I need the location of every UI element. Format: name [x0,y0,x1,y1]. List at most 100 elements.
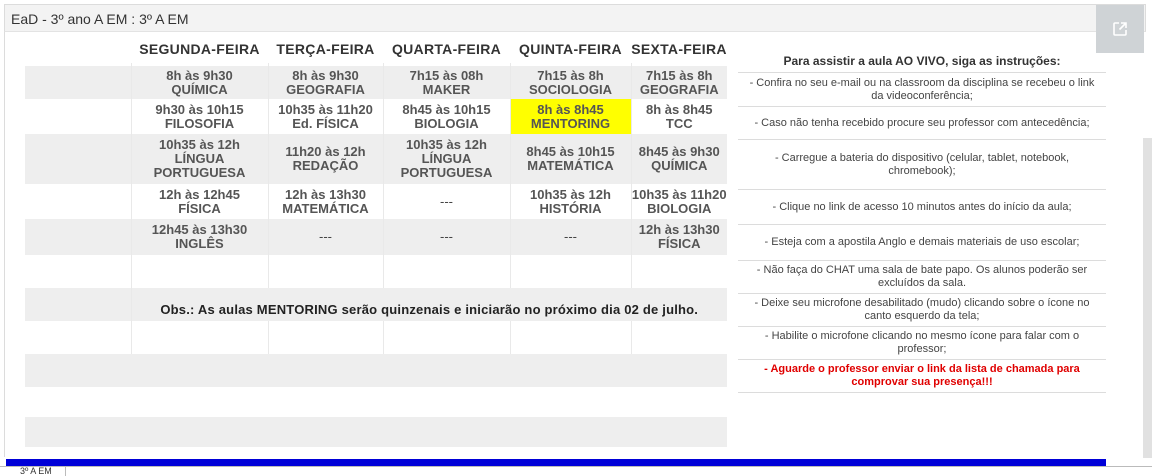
schedule-header-row: SEGUNDA-FEIRA TERÇA-FEIRA QUARTA-FEIRA Q… [25,35,727,63]
class-cell-line: GEOGRAFIA [639,81,719,97]
instruction-item: - Clique no link de acesso 10 minutos an… [738,189,1106,225]
class-cell: 7h15 às 08h MAKER [382,66,510,99]
class-cell: 10h35 às 11h20 BIOLOGIA [630,184,727,219]
day-header: SEXTA-FEIRA [631,41,727,57]
class-cell: 9h30 às 10h15 FILOSOFIA [130,99,268,134]
class-cell: 10h35 às 12h LÍNGUA PORTUGUESA [382,134,510,184]
class-cell-line: 7h15 às 8h [646,67,713,83]
schedule-row: 12h às 12h45 FÍSICA 12h às 13h30 MATEMÁTIC… [25,184,727,219]
instructions-table: Para assistir a aula AO VIVO, siga as in… [738,35,1106,393]
class-cell: 8h45 às 9h30 QUÍMICA [630,134,727,184]
class-cell-line: 12h às 12h45 [159,186,240,202]
day-header: TERÇA-FEIRA [276,41,375,57]
class-cell: 10h35 às 12h HISTÓRIA [509,184,631,219]
class-cell-line: --- [440,229,453,244]
class-cell-line: QUÍMICA [651,158,708,173]
class-cell-line: 7h15 às 08h [409,67,484,83]
class-cell-line: 8h às 8h45 [537,101,604,117]
class-cell-line: MATEMÁTICA [527,158,614,173]
horizontal-scroll-indicator[interactable] [6,459,1106,466]
class-cell-line: LÍNGUA [421,151,472,166]
obs-row: Obs.: As aulas MENTORING serão quinzenai… [25,288,727,321]
class-cell-line: 10h35 às 11h20 [278,101,373,117]
class-cell-highlighted: 8h às 8h45 MENTORING [509,99,631,134]
class-cell-line: 12h45 às 13h30 [151,222,248,237]
day-header: SEGUNDA-FEIRA [139,41,260,57]
class-cell-line: LÍNGUA [174,151,225,166]
class-cell: --- [509,219,631,255]
class-cell-line: INGLÊS [175,236,224,251]
class-cell-line: 10h35 às 11h20 [631,186,727,202]
instructions-heading: Para assistir a aula AO VIVO, siga as in… [783,54,1061,68]
class-cell-line: PORTUGUESA [153,165,246,180]
class-cell-line: 9h30 às 10h15 [155,101,244,117]
day-header: QUARTA-FEIRA [391,41,502,57]
class-cell: 8h45 às 10h15 MATEMÁTICA [509,134,631,184]
day-header: QUINTA-FEIRA [519,41,622,57]
schedule-table: SEGUNDA-FEIRA TERÇA-FEIRA QUARTA-FEIRA Q… [25,35,727,447]
class-cell-line: --- [319,229,332,244]
class-cell-line: SOCIOLOGIA [528,81,613,97]
class-cell: 12h45 às 13h30 INGLÊS [130,219,268,255]
class-cell-line: MENTORING [530,115,611,131]
embed-title-bar: EaD - 3º ano A EM : 3º A EM [4,4,1146,32]
class-cell-line: FILOSOFIA [164,115,235,131]
class-cell-line: 12h às 13h30 [285,186,366,202]
class-cell: --- [382,219,510,255]
class-cell: 11h20 às 12h REDAÇÃO [267,134,383,184]
class-cell-line: PORTUGUESA [400,165,493,180]
class-cell: 7h15 às 8h GEOGRAFIA [630,66,727,99]
class-cell: 12h às 13h30 MATEMÁTICA [267,184,383,219]
class-cell: --- [382,184,510,219]
class-cell-line: --- [440,193,453,209]
class-cell-line: BIOLOGIA [647,200,712,216]
class-cell-line: GEOGRAFIA [286,81,365,97]
window-title: EaD - 3º ano A EM : 3º A EM [11,11,189,27]
class-cell-line: 8h45 às 10h15 [402,101,491,117]
class-cell: 10h35 às 12h LÍNGUA PORTUGUESA [130,134,268,184]
instruction-item: - Habilite o microfone clicando no mesmo… [738,326,1106,360]
class-cell-line: 8h às 8h45 [646,101,713,117]
class-cell-line: 8h45 às 9h30 [638,144,720,159]
instruction-item: - Confira no seu e-mail ou na classroom … [738,72,1106,107]
class-cell: 12h às 13h30 FÍSICA [630,219,727,255]
class-cell-line: 8h45 às 10h15 [526,144,615,159]
class-cell-line: 8h às 9h30 [166,67,233,83]
vertical-scrollbar[interactable] [1143,138,1152,458]
class-cell-line: REDAÇÃO [292,158,359,173]
obs-note: Obs.: As aulas MENTORING serão quinzenai… [130,288,727,321]
class-cell: 8h às 9h30 GEOGRAFIA [267,66,383,99]
class-cell-line: 10h35 às 12h [530,186,611,202]
class-cell-line: BIOLOGIA [414,115,479,131]
class-cell-line: MAKER [422,81,471,97]
class-cell: 10h35 às 11h20 Ed. FÍSICA [267,99,383,134]
class-cell: 8h45 às 10h15 BIOLOGIA [382,99,510,134]
class-cell: 7h15 às 8h SOCIOLOGIA [509,66,631,99]
class-cell: 12h às 12h45 FÍSICA [130,184,268,219]
class-cell: 8h às 8h45 TCC [630,99,727,134]
class-cell-line: MATEMÁTICA [282,200,369,216]
schedule-row: 10h35 às 12h LÍNGUA PORTUGUESA 11h20 às 12… [25,134,727,184]
schedule-row: 9h30 às 10h15 FILOSOFIA 10h35 às 11h20 Ed.… [25,99,727,134]
instruction-item: - Carregue a bateria do dispositivo (cel… [738,139,1106,190]
class-cell: 8h às 9h30 QUÍMICA [130,66,268,99]
class-cell-line: 12h às 13h30 [638,222,720,237]
instruction-item: - Deixe seu microfone desabilitado (mudo… [738,293,1106,327]
class-cell-line: --- [564,229,577,244]
class-cell-line: HISTÓRIA [539,200,602,216]
instruction-item: - Caso não tenha recebido procure seu pr… [738,106,1106,140]
schedule-row: 12h45 às 13h30 INGLÊS --- --- --- 12h às … [25,219,727,255]
class-cell-line: FÍSICA [178,200,221,216]
class-cell: --- [267,219,383,255]
instruction-item-alert: - Aguarde o professor enviar o link da l… [738,359,1106,393]
instruction-item: - Não faça do CHAT uma sala de bate papo… [738,260,1106,294]
class-cell-line: QUÍMICA [171,81,228,97]
class-cell-line: FÍSICA [657,236,701,251]
instruction-item: - Esteja com a apostila Anglo e demais m… [738,224,1106,261]
class-cell-line: 11h20 às 12h [285,144,366,159]
class-cell-line: 10h35 às 12h [406,137,487,152]
class-cell-line: TCC [665,115,693,131]
class-cell-line: 7h15 às 8h [537,67,604,83]
class-cell-line: Ed. FÍSICA [292,115,359,131]
class-cell-line: 10h35 às 12h [159,137,240,152]
